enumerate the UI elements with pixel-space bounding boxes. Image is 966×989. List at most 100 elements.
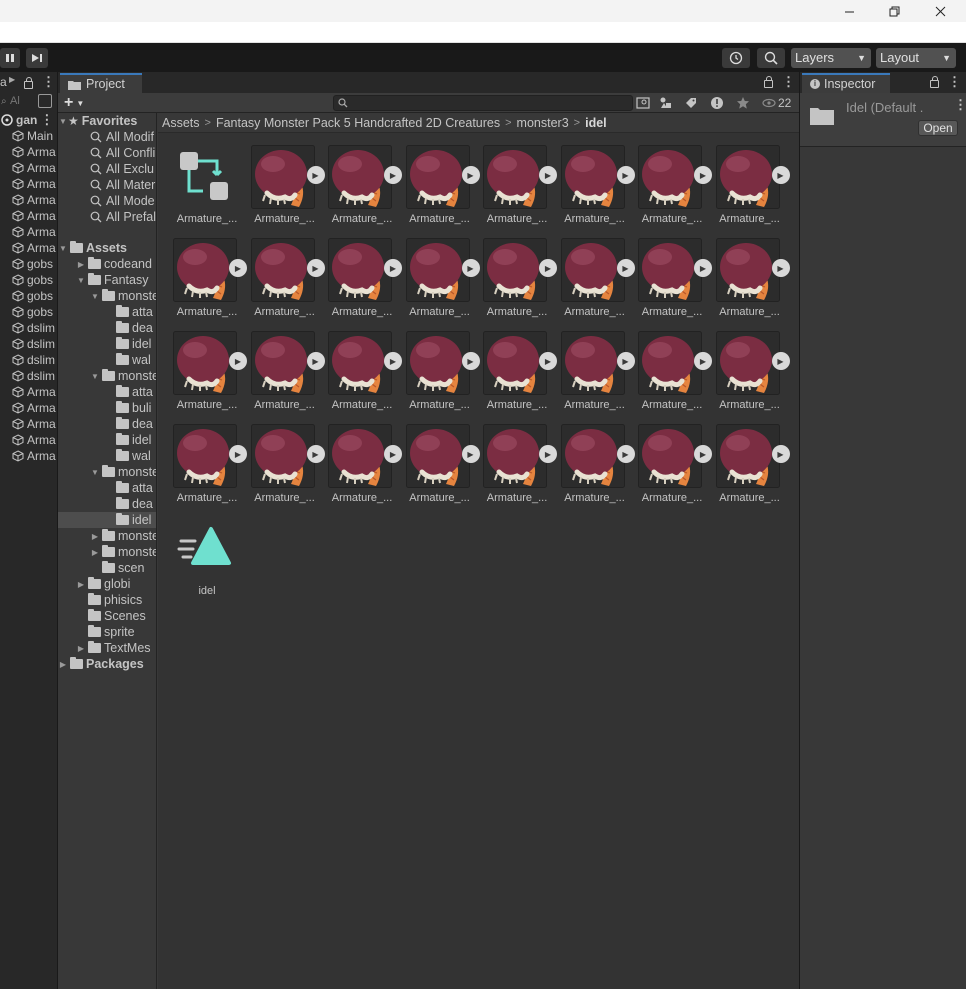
folder-tree-item[interactable]: ▶ monstel [58, 528, 156, 544]
hierarchy-item[interactable]: Arma [0, 224, 57, 240]
folder-tree-item[interactable]: ▶ codeand [58, 256, 156, 272]
folder-tree-item[interactable]: sprite [58, 624, 156, 640]
breadcrumb-item[interactable]: Fantasy Monster Pack 5 Handcrafted 2D Cr… [216, 116, 500, 130]
animation-clip-asset[interactable]: ▶ Armature_... [715, 424, 790, 512]
chevron-down-icon[interactable]: ▼ [76, 276, 86, 285]
animator-controller-asset[interactable]: Armature_... [172, 145, 238, 233]
hierarchy-item[interactable]: Arma [0, 432, 57, 448]
scene-row[interactable]: gan ⋮ [0, 112, 57, 128]
lock-icon[interactable] [930, 76, 939, 88]
animation-clip-asset[interactable]: ▶ Armature_... [482, 424, 557, 512]
play-icon[interactable]: ▶ [771, 166, 790, 184]
hierarchy-item[interactable]: Arma [0, 240, 57, 256]
hierarchy-item[interactable]: Arma [0, 400, 57, 416]
folder-tree-item[interactable]: wal [58, 448, 156, 464]
hierarchy-item[interactable]: Arma [0, 176, 57, 192]
folder-tree-item[interactable]: wal [58, 352, 156, 368]
animation-clip-asset[interactable]: ▶ Armature_... [405, 331, 480, 419]
folder-tree-item[interactable]: atta [58, 304, 156, 320]
animation-clip-asset[interactable]: ▶ Armature_... [482, 238, 557, 326]
animation-clip-asset[interactable]: ▶ Armature_... [250, 238, 325, 326]
play-icon[interactable]: ▶ [616, 445, 635, 463]
hierarchy-tab-label[interactable]: a [0, 75, 7, 89]
animation-clip-asset[interactable]: ▶ Armature_... [172, 424, 247, 512]
chevron-right-icon[interactable]: ▶ [76, 260, 86, 269]
play-icon[interactable]: ▶ [229, 259, 247, 277]
animation-clip-asset[interactable]: ▶ Armature_... [482, 331, 557, 419]
folder-tree-item[interactable]: ▶ globi [58, 576, 156, 592]
play-icon[interactable]: ▶ [384, 352, 402, 370]
animation-clip-asset[interactable]: ▶ Armature_... [250, 424, 325, 512]
folder-tree-item[interactable]: ▼ monstel [58, 288, 156, 304]
folder-tree-item[interactable]: ▼ monstel [58, 464, 156, 480]
filter-type-icon[interactable] [659, 96, 673, 110]
hierarchy-item[interactable]: dslim [0, 320, 57, 336]
play-icon[interactable]: ▶ [461, 352, 480, 370]
play-icon[interactable]: ▶ [539, 352, 557, 370]
hierarchy-item[interactable]: dslim [0, 368, 57, 384]
play-icon[interactable]: ▶ [461, 445, 480, 463]
play-icon[interactable]: ▶ [694, 352, 712, 370]
chevron-right-icon[interactable]: ▶ [76, 644, 86, 653]
search-button[interactable] [757, 48, 785, 68]
play-icon[interactable]: ▶ [771, 259, 790, 277]
play-icon[interactable]: ▶ [461, 166, 480, 184]
play-icon[interactable]: ▶ [384, 259, 402, 277]
breadcrumb-item[interactable]: Assets [162, 116, 200, 130]
restore-button[interactable] [871, 0, 917, 22]
hierarchy-item[interactable]: dslim [0, 352, 57, 368]
play-icon[interactable]: ▶ [384, 445, 402, 463]
pause-button[interactable] [0, 48, 20, 68]
animation-clip-asset[interactable]: ▶ Armature_... [715, 238, 790, 326]
warning-filter-icon[interactable] [710, 96, 724, 110]
play-icon[interactable]: ▶ [306, 166, 325, 184]
animation-clip-asset[interactable]: ▶ Armature_... [172, 238, 247, 326]
play-icon[interactable]: ▶ [616, 352, 635, 370]
step-button[interactable] [26, 48, 48, 68]
minimize-button[interactable] [826, 0, 872, 22]
animation-clip-asset[interactable]: ▶ Armature_... [172, 331, 247, 419]
hierarchy-item[interactable]: Arma [0, 160, 57, 176]
play-icon[interactable]: ▶ [306, 352, 325, 370]
play-icon[interactable]: ▶ [694, 259, 712, 277]
packages-folder[interactable]: ▶ Packages [58, 656, 156, 672]
folder-tree-item[interactable]: idel [58, 432, 156, 448]
star-icon[interactable] [736, 96, 750, 110]
play-icon[interactable]: ▶ [384, 166, 402, 184]
folder-tree-item[interactable]: atta [58, 384, 156, 400]
chevron-down-icon[interactable]: ▼ [90, 292, 100, 301]
play-icon[interactable]: ▶ [616, 259, 635, 277]
more-options-icon[interactable]: ⋮ [948, 74, 961, 90]
favorite-item[interactable]: All Prefal [58, 209, 156, 225]
play-icon[interactable]: ▶ [306, 259, 325, 277]
layers-dropdown[interactable]: Layers ▼ [791, 48, 871, 68]
hierarchy-item[interactable]: Arma [0, 416, 57, 432]
create-button[interactable]: + ▼ [64, 95, 90, 111]
play-icon[interactable]: ▶ [306, 445, 325, 463]
project-search-input[interactable] [333, 95, 633, 111]
folder-tree-item[interactable]: ▼ Fantasy [58, 272, 156, 288]
scene-search-toggle-icon[interactable] [38, 94, 52, 108]
animation-clip-asset[interactable]: ▶ Armature_... [560, 331, 635, 419]
more-options-icon[interactable]: ⋮ [954, 97, 966, 113]
animation-clip-asset[interactable]: ▶ Armature_... [715, 145, 790, 233]
favorite-item[interactable]: All Mater [58, 177, 156, 193]
folder-tree-item[interactable]: phisics [58, 592, 156, 608]
tab-inspector[interactable]: i Inspector [802, 73, 890, 93]
folder-tree-item[interactable]: idel [58, 512, 156, 528]
play-icon[interactable]: ▶ [229, 445, 247, 463]
animation-clip-asset[interactable]: ▶ Armature_... [327, 145, 402, 233]
chevron-right-icon[interactable]: ▶ [90, 532, 100, 541]
visibility-count[interactable]: 22 [762, 95, 791, 111]
hierarchy-item[interactable]: gobs [0, 256, 57, 272]
play-icon[interactable]: ▶ [771, 352, 790, 370]
folder-tree-item[interactable]: scen [58, 560, 156, 576]
chevron-right-icon[interactable]: ▶ [58, 660, 68, 669]
hierarchy-search-input[interactable]: Al [10, 95, 20, 107]
close-window-button[interactable] [917, 0, 963, 22]
animation-clip-asset[interactable]: ▶ Armature_... [405, 424, 480, 512]
more-options-icon[interactable]: ⋮ [42, 74, 55, 90]
chevron-right-icon[interactable]: ▶ [76, 580, 86, 589]
animation-asset[interactable]: idel [172, 517, 238, 605]
hierarchy-item[interactable]: Arma [0, 208, 57, 224]
